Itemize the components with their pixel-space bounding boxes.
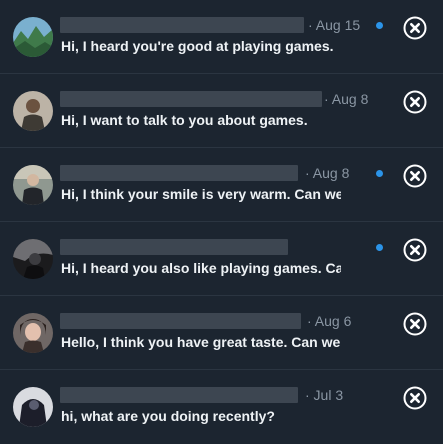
conversation-row[interactable]: Hi, I heard you also like playing games.… (0, 222, 443, 296)
sender-name-redacted (60, 165, 298, 181)
avatar[interactable] (13, 387, 53, 427)
message-preview: Hi, I heard you also like playing games.… (61, 260, 341, 276)
avatar[interactable] (13, 165, 53, 205)
unread-dot (376, 22, 383, 29)
close-icon[interactable] (403, 90, 427, 114)
conversation-row[interactable]: · Jul 3 hi, what are you doing recently? (0, 370, 443, 444)
sender-name-redacted (60, 239, 288, 255)
close-icon[interactable] (403, 16, 427, 40)
message-date: · Aug 15 (308, 17, 361, 33)
conversation-row[interactable]: · Aug 8 Hi, I want to talk to you about … (0, 74, 443, 148)
unread-dot (376, 170, 383, 177)
conversation-row[interactable]: · Aug 6 Hello, I think you have great ta… (0, 296, 443, 370)
message-preview: Hello, I think you have great taste. Can… (61, 334, 341, 350)
message-date: · Aug 6 (307, 313, 352, 329)
sender-name-redacted (60, 313, 301, 329)
sender-name-redacted (60, 17, 304, 33)
avatar[interactable] (13, 91, 53, 131)
unread-dot (376, 244, 383, 251)
message-date: · Aug 8 (324, 91, 369, 107)
close-icon[interactable] (403, 238, 427, 262)
message-preview: Hi, I want to talk to you about games. (61, 112, 308, 128)
avatar[interactable] (13, 17, 53, 57)
message-date: · Jul 3 (305, 387, 344, 403)
message-date: · Aug 8 (305, 165, 350, 181)
message-preview: Hi, I think your smile is very warm. Can… (61, 186, 341, 202)
conversation-row[interactable]: · Aug 8 Hi, I think your smile is very w… (0, 148, 443, 222)
sender-name-redacted (60, 387, 298, 403)
close-icon[interactable] (403, 164, 427, 188)
close-icon[interactable] (403, 312, 427, 336)
avatar[interactable] (13, 239, 53, 279)
avatar[interactable] (13, 313, 53, 353)
conversation-row[interactable]: · Aug 15 Hi, I heard you're good at play… (0, 0, 443, 74)
close-icon[interactable] (403, 386, 427, 410)
message-preview: hi, what are you doing recently? (61, 408, 275, 424)
message-preview: Hi, I heard you're good at playing games… (61, 38, 334, 54)
conversation-list: · Aug 15 Hi, I heard you're good at play… (0, 0, 443, 443)
sender-name-redacted (60, 91, 322, 107)
